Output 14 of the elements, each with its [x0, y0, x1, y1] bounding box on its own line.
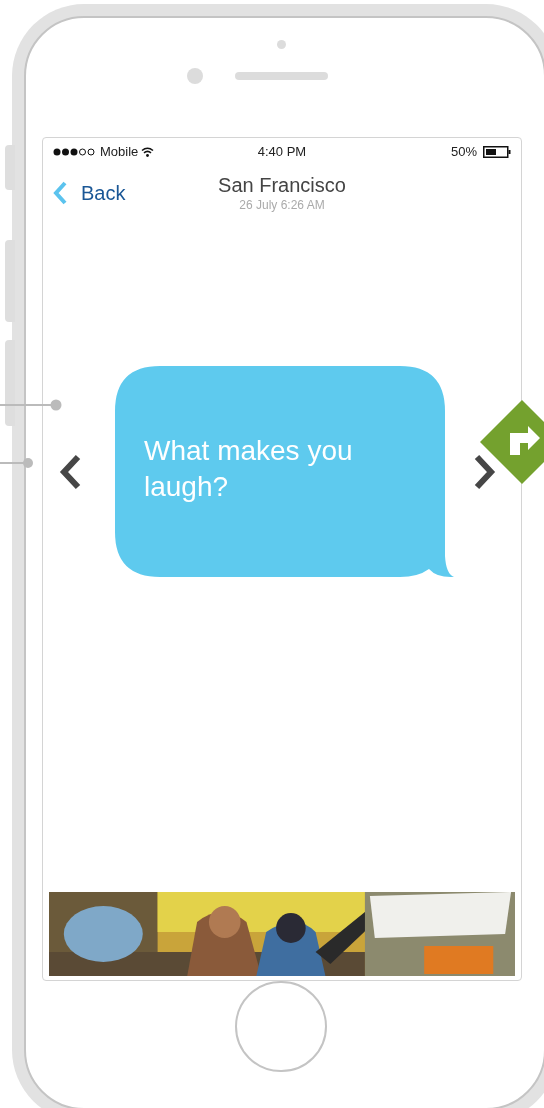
back-chevron-icon [53, 181, 68, 206]
camera [187, 67, 203, 84]
battery-percent: 50% [450, 143, 477, 162]
clock-time: 4:40 PM [257, 143, 307, 162]
next-chevron-icon[interactable] [474, 453, 496, 490]
battery-icon [483, 145, 511, 158]
carrier-name: Mobile [100, 143, 139, 162]
signal-icon [53, 147, 97, 156]
previous-chevron-icon[interactable] [59, 453, 81, 490]
back-button[interactable]: Back [53, 178, 126, 209]
message-text: What makes you laugh? [144, 434, 353, 502]
conversation-date: 26 July 6:26 AM [239, 196, 325, 214]
wifi-icon [141, 146, 155, 157]
conversation-title: San Francisco [218, 172, 346, 197]
